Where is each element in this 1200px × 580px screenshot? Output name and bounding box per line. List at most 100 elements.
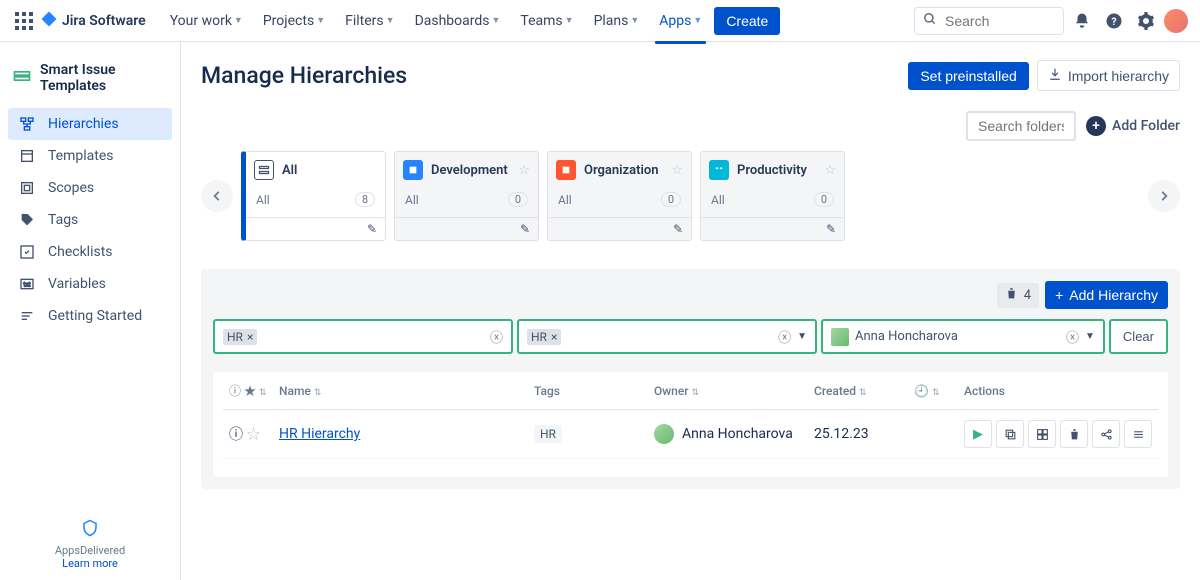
sidebar-item-label: Templates — [48, 148, 114, 164]
th-name[interactable]: Name ⇅ — [273, 372, 528, 410]
folder-search-input[interactable] — [966, 111, 1076, 141]
help-icon[interactable]: ? — [1100, 7, 1128, 35]
create-button[interactable]: Create — [714, 7, 780, 35]
nav-dashboards[interactable]: Dashboards▼ — [407, 9, 509, 33]
plus-circle-icon: + — [1086, 116, 1106, 136]
edit-icon[interactable]: ✎ — [520, 222, 530, 236]
chevron-down-icon[interactable]: ▼ — [1085, 331, 1095, 342]
chevron-down-icon: ▼ — [386, 15, 395, 26]
user-avatar[interactable] — [1164, 9, 1188, 33]
folder-card-organization[interactable]: Organization☆ All0 ✎ — [547, 151, 692, 241]
filters: HR× ⓧ HR× ⓧ ▼ Anna Honcharova ⓧ ▼ Clear — [213, 319, 1168, 354]
filter-chip[interactable]: HR× — [223, 329, 257, 345]
nav-filters[interactable]: Filters▼ — [337, 9, 402, 33]
filter-text[interactable]: HR× ⓧ — [213, 319, 513, 354]
grid-button[interactable] — [1028, 420, 1056, 448]
star-icon[interactable]: ☆ — [246, 427, 260, 443]
scroll-right-button[interactable] — [1148, 180, 1180, 212]
delete-button[interactable] — [1060, 420, 1088, 448]
sidebar-item-variables[interactable]: txt Variables — [8, 268, 172, 300]
th-owner[interactable]: Owner ⇅ — [648, 372, 808, 410]
sidebar-item-label: Variables — [48, 276, 106, 292]
chip-remove-icon[interactable]: × — [247, 330, 253, 344]
nav-apps[interactable]: Apps▼ — [651, 9, 710, 33]
sidebar-item-tags[interactable]: Tags — [8, 204, 172, 236]
folder-prod-icon — [709, 160, 729, 180]
sidebar-title: Smart Issue Templates — [40, 62, 164, 94]
share-button[interactable] — [1092, 420, 1120, 448]
notifications-icon[interactable] — [1068, 7, 1096, 35]
table-row: ⓘ ☆ HR Hierarchy HR Anna Honcharova 25.1… — [223, 410, 1158, 459]
learn-more-link[interactable]: Learn more — [62, 557, 118, 570]
import-icon — [1048, 67, 1062, 84]
created-date: 25.12.23 — [808, 410, 908, 459]
sidebar-item-getting-started[interactable]: Getting Started — [8, 300, 172, 332]
hierarchy-panel: 4 + Add Hierarchy HR× ⓧ HR× ⓧ ▼ — [201, 269, 1180, 489]
settings-icon[interactable] — [1132, 7, 1160, 35]
more-button[interactable] — [1124, 420, 1152, 448]
sidebar-item-label: Tags — [48, 212, 78, 228]
filter-owner[interactable]: Anna Honcharova ⓧ ▼ — [821, 319, 1105, 354]
star-icon[interactable]: ☆ — [518, 163, 530, 178]
folder-card-productivity[interactable]: Productivity☆ All0 ✎ — [700, 151, 845, 241]
owner-avatar-icon — [654, 424, 674, 444]
add-hierarchy-button[interactable]: + Add Hierarchy — [1045, 281, 1168, 309]
delete-count[interactable]: 4 — [997, 283, 1039, 308]
nav-your-work[interactable]: Your work▼ — [162, 9, 251, 33]
main-content: Manage Hierarchies Set preinstalled Impo… — [181, 42, 1200, 580]
global-search-input[interactable] — [943, 12, 1055, 30]
set-preinstalled-button[interactable]: Set preinstalled — [908, 62, 1029, 90]
clear-icon[interactable]: ⓧ — [778, 327, 791, 346]
clear-icon[interactable]: ⓧ — [1066, 327, 1079, 346]
brand-logo[interactable]: Jira Software — [40, 10, 146, 32]
hierarchy-table: ⓘ ★ ⇅ Name ⇅ Tags Owner ⇅ Created ⇅ 🕘 ⇅ … — [213, 372, 1168, 477]
add-folder-button[interactable]: + Add Folder — [1086, 116, 1180, 136]
list-icon — [18, 308, 36, 324]
nav-plans[interactable]: Plans▼ — [586, 9, 648, 33]
checklist-icon — [18, 244, 36, 260]
sidebar-item-checklists[interactable]: Checklists — [8, 236, 172, 268]
th-clock[interactable]: 🕘 ⇅ — [908, 372, 958, 410]
clear-filters-button[interactable]: Clear — [1109, 319, 1168, 354]
sidebar-item-hierarchies[interactable]: Hierarchies — [8, 108, 172, 140]
sidebar-item-scopes[interactable]: Scopes — [8, 172, 172, 204]
clear-icon[interactable]: ⓧ — [490, 327, 503, 346]
page-header: Manage Hierarchies Set preinstalled Impo… — [201, 42, 1180, 101]
filter-chip[interactable]: HR× — [527, 329, 561, 345]
folder-card-development[interactable]: Development☆ All0 ✎ — [394, 151, 539, 241]
star-icon[interactable]: ☆ — [671, 163, 683, 178]
chevron-down-icon: ▼ — [316, 15, 325, 26]
filter-tag[interactable]: HR× ⓧ ▼ — [517, 319, 817, 354]
import-hierarchy-button[interactable]: Import hierarchy — [1037, 60, 1180, 91]
edit-icon[interactable]: ✎ — [826, 222, 836, 236]
topnav: Jira Software Your work▼ Projects▼ Filte… — [0, 0, 1200, 42]
scroll-left-button[interactable] — [201, 180, 233, 212]
nav-projects[interactable]: Projects▼ — [255, 9, 333, 33]
th-icons[interactable]: ⓘ ★ ⇅ — [223, 372, 273, 410]
th-created[interactable]: Created ⇅ — [808, 372, 908, 410]
star-icon[interactable]: ☆ — [824, 163, 836, 178]
edit-icon[interactable]: ✎ — [367, 222, 377, 236]
copy-button[interactable] — [996, 420, 1024, 448]
edit-icon[interactable]: ✎ — [673, 222, 683, 236]
global-search[interactable] — [914, 7, 1064, 35]
th-tags[interactable]: Tags — [528, 372, 648, 410]
info-icon[interactable]: ⓘ — [229, 427, 243, 443]
chip-remove-icon[interactable]: × — [551, 330, 557, 344]
chevron-down-icon[interactable]: ▼ — [797, 331, 807, 342]
th-actions: Actions — [958, 372, 1158, 410]
sidebar-item-label: Getting Started — [48, 308, 142, 324]
plus-icon: + — [1055, 287, 1063, 303]
nav-teams[interactable]: Teams▼ — [512, 9, 581, 33]
folder-dev-icon — [403, 160, 423, 180]
svg-text:txt: txt — [24, 282, 31, 289]
chevron-down-icon: ▼ — [234, 15, 243, 26]
sidebar-item-templates[interactable]: Templates — [8, 140, 172, 172]
folder-card-all[interactable]: All All8 ✎ — [241, 151, 386, 241]
run-button[interactable]: ▶ — [964, 420, 992, 448]
app-switcher-icon[interactable] — [12, 9, 36, 33]
owner-avatar-icon — [831, 328, 849, 346]
hierarchy-link[interactable]: HR Hierarchy — [279, 426, 360, 442]
svg-text:?: ? — [1111, 14, 1116, 27]
chevron-down-icon: ▼ — [630, 15, 639, 26]
